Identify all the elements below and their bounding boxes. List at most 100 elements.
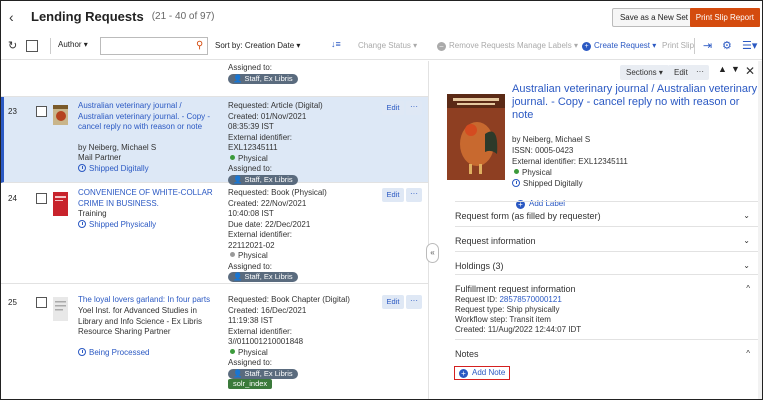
assignee-name: Staff, Ex Libris: [244, 73, 293, 83]
accordion-notes[interactable]: Notes ^: [455, 339, 762, 367]
more-actions-button[interactable]: ···: [406, 101, 422, 115]
workflow-step: Workflow step: Transit item: [455, 315, 551, 324]
export-icon[interactable]: ⇥: [703, 39, 712, 52]
create-request-button[interactable]: + Create Request ▾: [582, 41, 656, 51]
requested-value: Book Chapter (Digital): [271, 295, 350, 304]
edit-button[interactable]: Edit: [382, 295, 404, 309]
assigned-label: Assigned to:: [228, 261, 273, 271]
external-id-label: External identifier:: [228, 326, 293, 336]
record-author: by Neiberg, Michael S: [78, 143, 157, 152]
sort-direction-icon[interactable]: ↓≡: [331, 39, 341, 49]
created-value: 22/Nov/2021: [260, 198, 307, 208]
create-request-label: Create Request: [594, 41, 651, 50]
panel-more-button[interactable]: ···: [691, 65, 709, 80]
assignee-badge: 👤 Staff, Ex Libris: [228, 174, 298, 185]
status-label: Shipped Digitally: [89, 164, 149, 173]
search-input[interactable]: [100, 37, 208, 55]
refresh-icon[interactable]: ↻: [8, 39, 17, 52]
search-icon[interactable]: ⚲: [196, 40, 203, 51]
record-cover-image: [447, 94, 505, 180]
edit-button[interactable]: Edit: [382, 188, 404, 202]
divider: [694, 38, 695, 54]
row-checkbox[interactable]: [36, 193, 47, 204]
row-checkbox[interactable]: [36, 106, 47, 117]
more-actions-button[interactable]: ···: [406, 295, 422, 309]
created-time: 08:35:39 IST: [228, 122, 274, 131]
assignee-name: Staff, Ex Libris: [244, 272, 293, 281]
assignee-name: Staff, Ex Libris: [244, 174, 293, 184]
format-label: Physical: [522, 168, 552, 177]
print-slip-report-button[interactable]: Print Slip Report: [689, 8, 760, 27]
panel-scrollbar[interactable]: [758, 61, 762, 399]
record-title[interactable]: Australian veterinary journal / Australi…: [512, 83, 762, 122]
format-label: Physical: [238, 251, 268, 260]
table-row[interactable]: 24 CONVENIENCE OF WHITE-COLLAR CRIME IN …: [1, 184, 428, 284]
due-date-value: 22/Dec/2021: [264, 219, 311, 229]
record-external-id: External identifier: EXL12345111: [512, 157, 628, 166]
table-row[interactable]: 23 Australian veterinary journal / Austr…: [1, 97, 428, 185]
save-as-new-set-button[interactable]: Save as a New Set: [611, 8, 696, 27]
physical-dot-icon: [230, 154, 235, 160]
record-title-link[interactable]: CONVENIENCE OF WHITE-COLLAR CRIME IN BUS…: [78, 188, 218, 209]
record-title-link[interactable]: Australian veterinary journal / Australi…: [78, 101, 218, 133]
fulfillment-created: Created: 11/Aug/2022 12:44:07 IDT: [455, 325, 582, 334]
record-title-link[interactable]: The loyal lovers garland: In four parts: [78, 295, 218, 306]
table-row[interactable]: 25 The loyal lovers garland: In four par…: [1, 291, 428, 399]
request-id: Request ID: 28578570000121: [455, 295, 562, 305]
detail-panel: Sections ▾ Edit ··· ▲ ▼ ✕ Australian vet…: [438, 61, 762, 399]
row-checkbox[interactable]: [36, 297, 47, 308]
record-thumbnail: [53, 105, 68, 129]
status-label: Shipped Digitally: [523, 179, 583, 188]
external-id-value: EXL12345111: [228, 143, 278, 152]
remove-requests-button[interactable]: – Remove Requests: [437, 41, 515, 51]
request-id-link[interactable]: 28578570000121: [499, 295, 561, 304]
gear-icon[interactable]: ⚙: [722, 39, 732, 52]
accordion-request-form[interactable]: Request form (as filled by requester) ⌄: [455, 201, 762, 229]
created-label: Created:: [228, 111, 259, 121]
record-thumbnail: [53, 192, 68, 216]
select-all-checkbox[interactable]: [26, 40, 38, 52]
requested-value: Article (Digital): [270, 101, 323, 110]
manage-labels-button[interactable]: Manage Labels ▾: [517, 41, 578, 50]
edit-button[interactable]: Edit: [382, 101, 404, 115]
print-slip-button[interactable]: Print Slip: [662, 41, 694, 50]
accordion-request-information[interactable]: Request information ⌄: [455, 226, 762, 254]
record-thumbnail: [53, 297, 68, 321]
requested-label: Requested:: [228, 101, 269, 110]
requested-label: Requested:: [228, 188, 269, 197]
requested-label: Requested:: [228, 295, 269, 304]
requested-value: Book (Physical): [271, 188, 327, 197]
format-label: Physical: [238, 153, 268, 163]
next-record-icon[interactable]: ▼: [731, 64, 740, 74]
previous-record-icon[interactable]: ▲: [718, 64, 727, 74]
due-date-label: Due date:: [228, 219, 263, 229]
accordion-label: Request information: [455, 236, 536, 246]
plus-icon: +: [459, 369, 468, 378]
external-id-value: 22112021-02: [228, 240, 275, 250]
sections-dropdown[interactable]: Sections ▾: [620, 65, 669, 80]
partner-name: Training: [78, 209, 107, 218]
close-icon[interactable]: ✕: [745, 64, 755, 78]
author-facet-dropdown[interactable]: Author ▾: [58, 40, 88, 49]
record-status: Shipped Digitally: [512, 179, 752, 190]
created-value: 16/Dec/2021: [260, 305, 307, 315]
clock-icon: [78, 164, 86, 172]
external-id-label: External identifier:: [228, 230, 293, 239]
created-label: Created:: [228, 305, 259, 315]
sort-label: Sort by:: [215, 41, 243, 50]
assignee-badge: 👤 Staff, Ex Libris: [228, 272, 298, 282]
panel-edit-button[interactable]: Edit: [668, 65, 694, 80]
change-status-button[interactable]: Change Status ▾: [358, 41, 417, 50]
layout-toggle-icon[interactable]: ☰▾: [742, 39, 757, 52]
sections-label: Sections: [626, 68, 657, 77]
back-icon[interactable]: ‹: [9, 9, 27, 25]
sort-by-dropdown[interactable]: Sort by: Creation Date ▾: [215, 41, 300, 50]
more-actions-button[interactable]: ···: [406, 188, 422, 202]
chevron-up-icon: ^: [746, 349, 750, 358]
list-item[interactable]: Assigned to: 👤 Staff, Ex Libris: [1, 61, 428, 97]
record-issn: ISSN: 0005-0423: [512, 146, 574, 155]
clock-icon: [78, 348, 86, 356]
add-note-button[interactable]: + Add Note: [454, 366, 511, 380]
physical-dot-icon: [230, 348, 235, 354]
created-time: 10:40:08 IST: [228, 209, 274, 218]
